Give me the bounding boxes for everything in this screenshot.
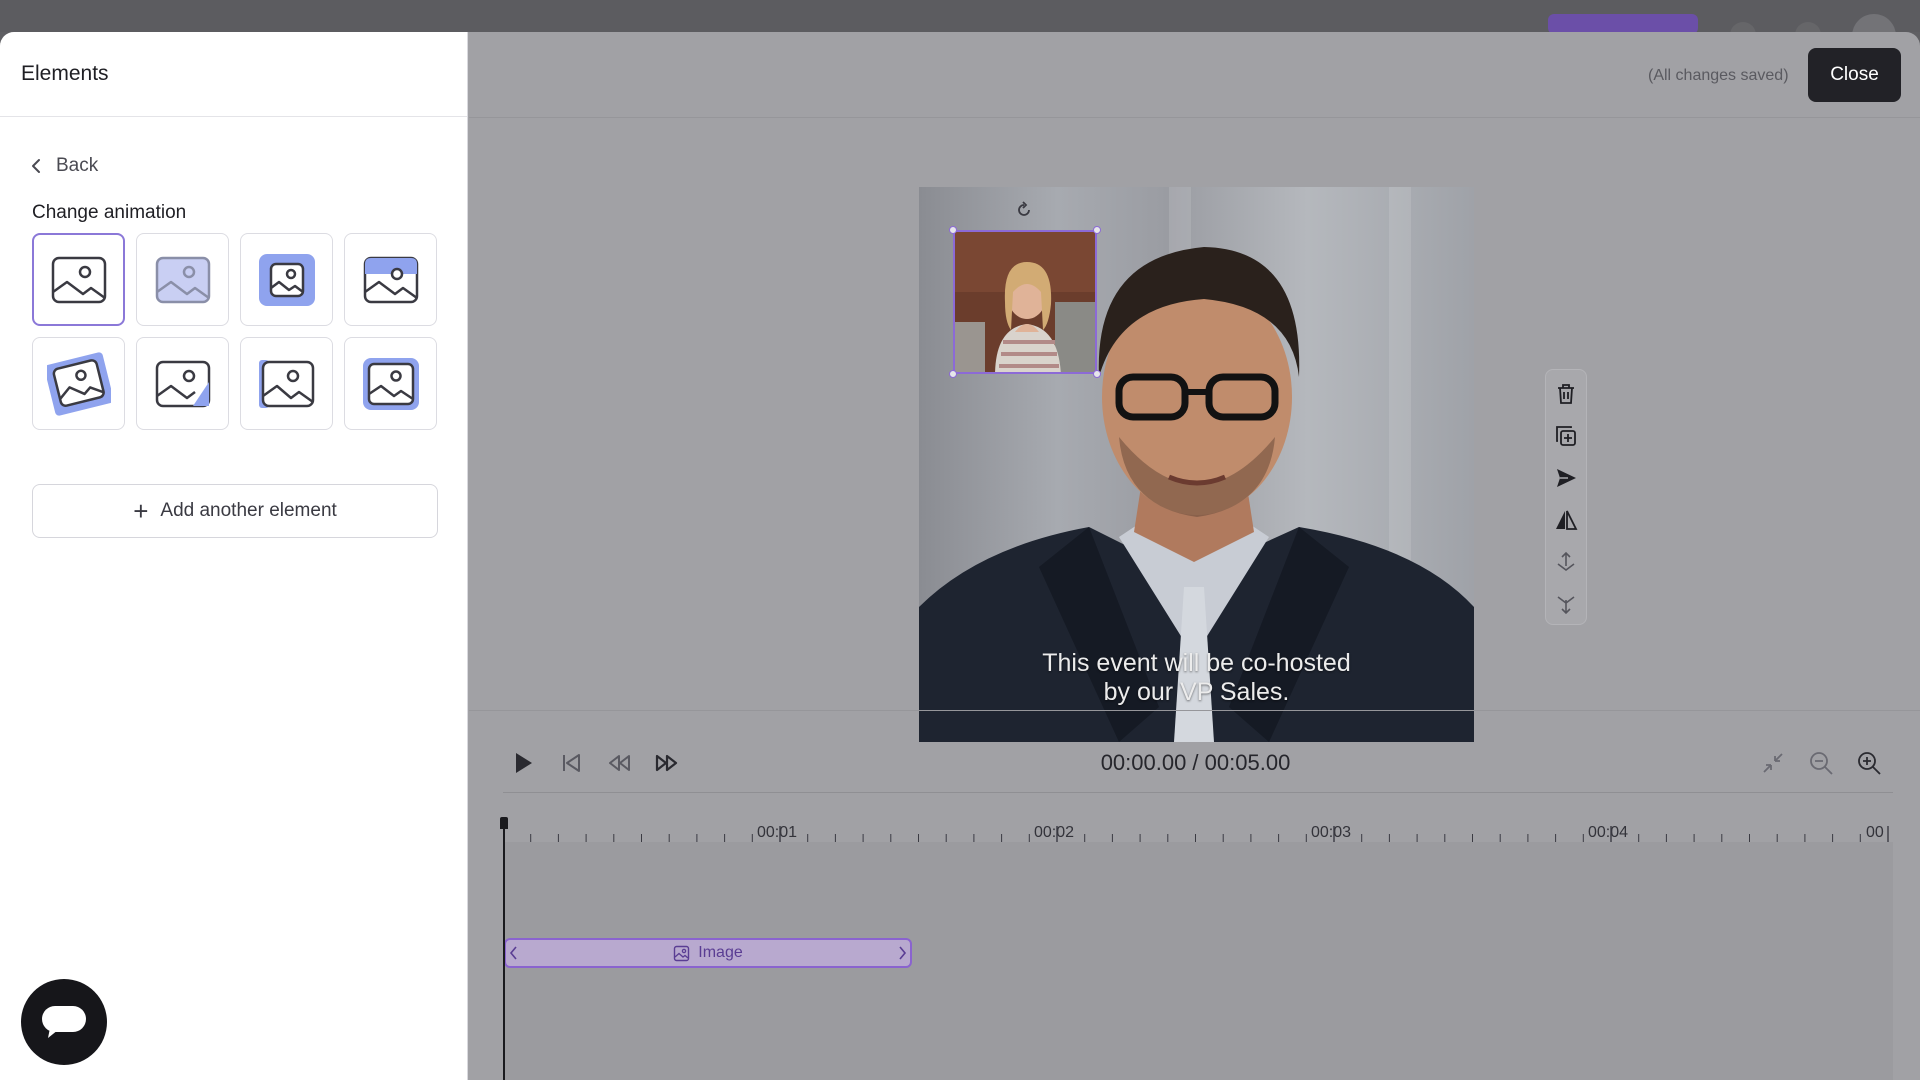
collapse-icon [1763, 753, 1783, 773]
caption-line: This event will be co-hosted [1042, 649, 1351, 677]
back-label: Back [56, 155, 99, 176]
section-label: Change animation [32, 202, 187, 223]
skip-back-icon [563, 754, 580, 772]
animation-option-top-band[interactable] [344, 233, 437, 326]
fast-forward-button[interactable] [652, 748, 682, 778]
add-element-button[interactable]: + Add another element [32, 484, 438, 538]
fast-forward-icon [655, 754, 678, 772]
plus-icon: + [133, 496, 149, 526]
image-icon [363, 256, 418, 303]
bring-forward-button[interactable] [1552, 548, 1580, 576]
send-backward-button[interactable] [1552, 590, 1580, 618]
send-button[interactable] [1552, 464, 1580, 492]
save-status: (All changes saved) [1648, 67, 1789, 84]
chat-bubble-icon [42, 1006, 86, 1038]
bring-forward-icon [1557, 551, 1575, 571]
woman-photo [955, 232, 1095, 372]
caption-line: by our VP Sales. [1103, 678, 1290, 706]
image-icon [51, 256, 106, 303]
fit-timeline-button[interactable] [1758, 748, 1788, 778]
divider [469, 117, 1920, 118]
divider [503, 792, 1893, 793]
image-icon [46, 351, 111, 416]
animation-option-plain[interactable] [32, 233, 125, 326]
zoom-out-button[interactable] [1806, 748, 1836, 778]
clip-label: Image [698, 944, 743, 961]
flip-button[interactable] [1552, 506, 1580, 534]
selected-image-element[interactable] [953, 230, 1097, 374]
playhead[interactable] [503, 822, 505, 1080]
image-clip[interactable]: Image [504, 938, 912, 968]
delete-button[interactable] [1552, 380, 1580, 408]
flip-icon [1556, 510, 1578, 530]
editor-modal: Elements Back Change animation + Add ano… [0, 32, 1920, 1080]
animation-option-corner-wipe[interactable] [136, 337, 229, 430]
play-icon [516, 753, 532, 773]
chat-button[interactable] [21, 979, 107, 1065]
divider [469, 710, 1920, 711]
animation-grid [32, 233, 437, 430]
elements-panel: Elements Back Change animation + Add ano… [0, 32, 468, 1080]
close-button[interactable]: Close [1808, 48, 1901, 102]
resize-handle[interactable] [949, 226, 957, 234]
trim-left-handle[interactable] [508, 944, 520, 962]
rewind-button[interactable] [604, 748, 634, 778]
playhead-handle[interactable] [500, 817, 508, 829]
animation-option-filled[interactable] [240, 233, 333, 326]
resize-handle[interactable] [1093, 370, 1101, 378]
send-backward-icon [1557, 596, 1575, 615]
panel-title: Elements [21, 62, 109, 85]
background-button [1548, 14, 1698, 34]
animation-option-rotated[interactable] [32, 337, 125, 430]
rotate-icon[interactable] [1015, 201, 1033, 219]
zoom-in-button[interactable] [1854, 748, 1884, 778]
skip-start-button[interactable] [556, 748, 586, 778]
image-icon [155, 256, 210, 303]
back-button[interactable]: Back [30, 155, 98, 177]
resize-handle[interactable] [1093, 226, 1101, 234]
chevron-left-icon [32, 159, 40, 173]
zoom-in-icon [1858, 752, 1881, 775]
image-icon [258, 359, 314, 408]
animation-option-fade[interactable] [136, 233, 229, 326]
panel-header: Elements [0, 32, 467, 117]
image-icon [362, 357, 419, 410]
video-caption: This event will be co-hosted by our VP S… [1019, 649, 1374, 707]
trash-icon [1558, 384, 1574, 404]
background-app-bar [0, 0, 1920, 58]
element-toolbar [1545, 369, 1587, 625]
animation-option-side-wipe[interactable] [240, 337, 333, 430]
rewind-icon [609, 755, 630, 771]
duplicate-icon [1556, 426, 1576, 446]
duplicate-button[interactable] [1552, 422, 1580, 450]
add-element-label: Add another element [160, 500, 337, 521]
resize-handle[interactable] [949, 370, 957, 378]
timecode: 00:00.00 / 00:05.00 [1100, 750, 1291, 775]
play-button[interactable] [508, 748, 538, 778]
image-icon [155, 360, 210, 407]
zoom-out-icon [1810, 752, 1833, 775]
image-icon [674, 945, 690, 961]
timeline-ruler[interactable] [503, 818, 1893, 842]
send-icon [1557, 469, 1576, 487]
trim-right-handle[interactable] [896, 944, 908, 962]
animation-option-framed[interactable] [344, 337, 437, 430]
image-icon [258, 253, 315, 306]
